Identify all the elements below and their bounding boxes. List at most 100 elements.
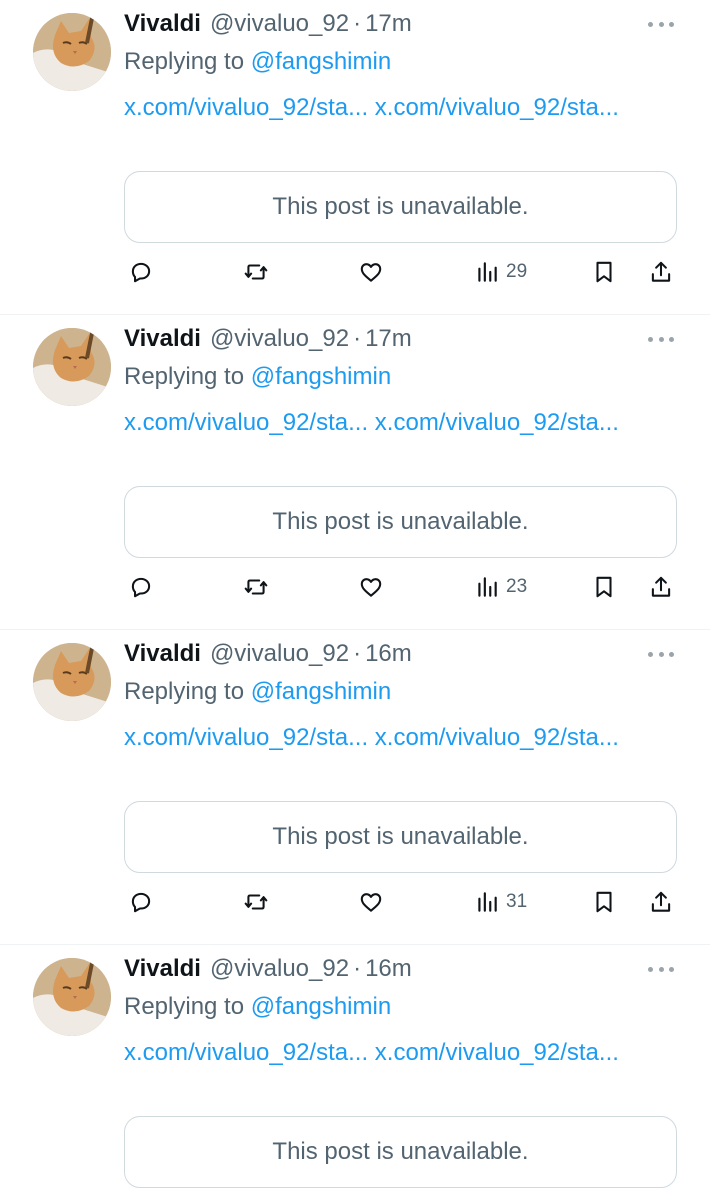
post-header: Vivaldi @vivaluo_92 · 16m bbox=[124, 955, 412, 989]
post-text: x.com/vivaluo_92/sta... x.com/vivaluo_92… bbox=[124, 1035, 644, 1070]
replying-prefix: Replying to bbox=[124, 48, 245, 75]
timeline-feed: Vivaldi @vivaluo_92 · 17m Replying to @f… bbox=[0, 0, 710, 1200]
reply-icon bbox=[131, 577, 151, 598]
avatar[interactable] bbox=[33, 958, 111, 1036]
like-button[interactable] bbox=[358, 255, 384, 289]
bookmark-button[interactable] bbox=[591, 885, 617, 919]
bookmark-button[interactable] bbox=[591, 570, 617, 604]
display-name[interactable]: Vivaldi bbox=[124, 955, 201, 983]
avatar[interactable] bbox=[33, 328, 111, 406]
share-icon bbox=[651, 576, 671, 597]
unavailable-quote-card: This post is unavailable. bbox=[124, 801, 677, 873]
views-count: 23 bbox=[506, 576, 528, 597]
share-icon bbox=[651, 261, 671, 282]
post-text: x.com/vivaluo_92/sta... x.com/vivaluo_92… bbox=[124, 720, 644, 755]
replying-to: Replying to @fangshimin bbox=[124, 993, 391, 1021]
status-link[interactable]: x.com/vivaluo_92/sta... bbox=[124, 724, 368, 751]
unavailable-quote-card: This post is unavailable. bbox=[124, 486, 677, 558]
cat-avatar-icon bbox=[33, 643, 111, 721]
replying-prefix: Replying to bbox=[124, 993, 245, 1020]
cat-avatar-icon bbox=[33, 958, 111, 1036]
bookmark-icon bbox=[596, 576, 612, 598]
status-link[interactable]: x.com/vivaluo_92/sta... bbox=[124, 1039, 368, 1066]
heart-icon bbox=[360, 263, 382, 282]
user-handle[interactable]: @vivaluo_92 bbox=[210, 10, 349, 38]
replying-prefix: Replying to bbox=[124, 363, 245, 390]
bookmark-button[interactable] bbox=[591, 255, 617, 289]
replying-prefix: Replying to bbox=[124, 678, 245, 705]
display-name[interactable]: Vivaldi bbox=[124, 325, 201, 353]
like-button[interactable] bbox=[358, 885, 384, 919]
user-handle[interactable]: @vivaluo_92 bbox=[210, 640, 349, 668]
more-options-icon[interactable] bbox=[648, 14, 674, 34]
share-button[interactable] bbox=[648, 885, 674, 919]
replying-handle-link[interactable]: @fangshimin bbox=[251, 48, 391, 75]
like-button[interactable] bbox=[358, 570, 384, 604]
replying-handle-link[interactable]: @fangshimin bbox=[251, 363, 391, 390]
status-link[interactable]: x.com/vivaluo_92/sta... bbox=[375, 94, 619, 121]
post-time[interactable]: 16m bbox=[365, 640, 412, 668]
user-handle[interactable]: @vivaluo_92 bbox=[210, 955, 349, 983]
repost-button[interactable] bbox=[243, 885, 269, 919]
post-header: Vivaldi @vivaluo_92 · 16m bbox=[124, 640, 412, 674]
more-options-icon[interactable] bbox=[648, 329, 674, 349]
views-count: 31 bbox=[506, 891, 528, 912]
post-text: x.com/vivaluo_92/sta... x.com/vivaluo_92… bbox=[124, 90, 644, 125]
reply-icon bbox=[131, 262, 151, 283]
replying-handle-link[interactable]: @fangshimin bbox=[251, 993, 391, 1020]
share-icon bbox=[651, 891, 671, 912]
separator-dot: · bbox=[353, 325, 362, 352]
views-chart-icon bbox=[478, 262, 497, 282]
views-chart-icon bbox=[478, 892, 497, 912]
separator-dot: · bbox=[353, 955, 362, 982]
avatar[interactable] bbox=[33, 643, 111, 721]
post[interactable]: Vivaldi @vivaluo_92 · 16m Replying to @f… bbox=[0, 630, 710, 945]
share-button[interactable] bbox=[648, 255, 674, 289]
unavailable-quote-card: This post is unavailable. bbox=[124, 1116, 677, 1188]
post[interactable]: Vivaldi @vivaluo_92 · 17m Replying to @f… bbox=[0, 315, 710, 630]
views-button[interactable]: 29 bbox=[474, 255, 527, 289]
post[interactable]: Vivaldi @vivaluo_92 · 16m Replying to @f… bbox=[0, 945, 710, 1200]
more-options-icon[interactable] bbox=[648, 959, 674, 979]
replying-to: Replying to @fangshimin bbox=[124, 363, 391, 391]
replying-handle-link[interactable]: @fangshimin bbox=[251, 678, 391, 705]
user-handle[interactable]: @vivaluo_92 bbox=[210, 325, 349, 353]
repost-icon bbox=[244, 894, 268, 910]
reply-button[interactable] bbox=[128, 570, 154, 604]
reply-button[interactable] bbox=[128, 255, 154, 289]
replying-to: Replying to @fangshimin bbox=[124, 678, 391, 706]
cat-avatar-icon bbox=[33, 13, 111, 91]
repost-button[interactable] bbox=[243, 570, 269, 604]
views-button[interactable]: 23 bbox=[474, 570, 527, 604]
post-time[interactable]: 17m bbox=[365, 10, 412, 38]
heart-icon bbox=[360, 893, 382, 912]
views-count: 29 bbox=[506, 261, 528, 282]
bookmark-icon bbox=[596, 891, 612, 913]
views-chart-icon bbox=[478, 577, 497, 597]
post-header: Vivaldi @vivaluo_92 · 17m bbox=[124, 325, 412, 359]
display-name[interactable]: Vivaldi bbox=[124, 640, 201, 668]
more-options-icon[interactable] bbox=[648, 644, 674, 664]
replying-to: Replying to @fangshimin bbox=[124, 48, 391, 76]
repost-button[interactable] bbox=[243, 255, 269, 289]
post-header: Vivaldi @vivaluo_92 · 17m bbox=[124, 10, 412, 44]
display-name[interactable]: Vivaldi bbox=[124, 10, 201, 38]
status-link[interactable]: x.com/vivaluo_92/sta... bbox=[375, 409, 619, 436]
reply-button[interactable] bbox=[128, 885, 154, 919]
separator-dot: · bbox=[353, 640, 362, 667]
action-bar: 23 bbox=[124, 570, 677, 604]
share-button[interactable] bbox=[648, 570, 674, 604]
action-bar: 31 bbox=[124, 885, 677, 919]
post-time[interactable]: 16m bbox=[365, 955, 412, 983]
bookmark-icon bbox=[596, 261, 612, 283]
views-button[interactable]: 31 bbox=[474, 885, 527, 919]
action-bar: 29 bbox=[124, 255, 677, 289]
avatar[interactable] bbox=[33, 13, 111, 91]
status-link[interactable]: x.com/vivaluo_92/sta... bbox=[375, 724, 619, 751]
status-link[interactable]: x.com/vivaluo_92/sta... bbox=[124, 409, 368, 436]
post[interactable]: Vivaldi @vivaluo_92 · 17m Replying to @f… bbox=[0, 0, 710, 315]
status-link[interactable]: x.com/vivaluo_92/sta... bbox=[375, 1039, 619, 1066]
unavailable-quote-card: This post is unavailable. bbox=[124, 171, 677, 243]
post-time[interactable]: 17m bbox=[365, 325, 412, 353]
status-link[interactable]: x.com/vivaluo_92/sta... bbox=[124, 94, 368, 121]
